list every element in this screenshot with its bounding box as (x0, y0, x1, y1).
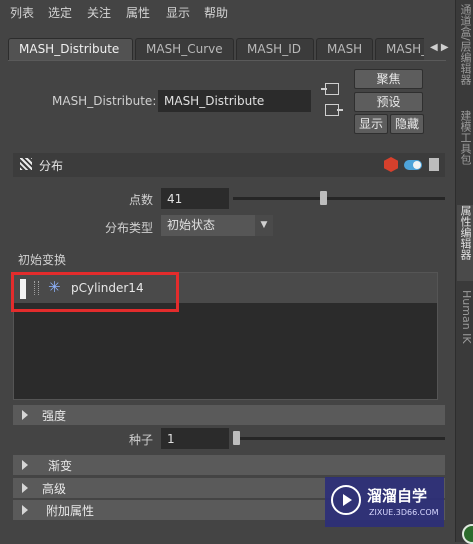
focus-button[interactable]: 聚焦 (354, 69, 423, 89)
watermark-url: ZIXUE.3D66.COM (369, 508, 439, 517)
menu-list[interactable]: 列表 (10, 4, 34, 21)
node-tab-bar: MASH_Distribute MASH_Curve MASH_ID MASH … (8, 38, 424, 60)
tab-scroll-arrow-icon[interactable]: ◀ ▶ (430, 42, 449, 53)
section-title: 分布 (39, 159, 64, 173)
menu-show[interactable]: 显示 (166, 4, 190, 21)
menu-focus[interactable]: 关注 (87, 4, 111, 21)
expand-arrow-icon (22, 460, 28, 470)
dock-tab-human-ik[interactable]: Human IK (457, 290, 473, 370)
strength-frame-label: 强度 (42, 409, 67, 423)
watermark-logo: 溜溜自学 ZIXUE.3D66.COM (325, 477, 444, 527)
output-connection-arrow-icon (337, 109, 343, 111)
tab-underline (8, 60, 446, 61)
tab-mash-distribute[interactable]: MASH_Distribute (8, 38, 133, 60)
distribution-type-label: 分布类型 (105, 221, 154, 235)
distribution-type-select[interactable]: 初始状态 ▼ (161, 215, 273, 236)
seed-label: 种子 (129, 433, 154, 447)
dropdown-arrow-icon: ▼ (255, 215, 273, 236)
advanced-frame-label: 高级 (42, 482, 67, 496)
point-count-slider-handle[interactable] (319, 191, 327, 205)
delete-trash-icon[interactable] (429, 158, 439, 171)
point-count-field[interactable] (161, 188, 229, 209)
enable-toggle[interactable] (404, 160, 422, 170)
expand-arrow-icon (22, 483, 28, 493)
node-name-field[interactable] (158, 90, 311, 112)
node-name-label: MASH_Distribute: (52, 94, 157, 108)
show-button[interactable]: 显示 (354, 114, 388, 134)
menu-attributes[interactable]: 属性 (126, 4, 150, 21)
play-logo-icon (331, 485, 361, 515)
distribute-section-header[interactable]: 分布 (13, 153, 445, 177)
dock-tab-attribute-editor[interactable]: 属性编辑器 (457, 205, 473, 281)
point-count-slider-track[interactable] (233, 197, 445, 200)
tab-mash-curve[interactable]: MASH_Curve (135, 38, 234, 60)
tab-mash[interactable]: MASH (316, 38, 373, 60)
hide-button[interactable]: 隐藏 (390, 114, 424, 134)
initial-transform-label: 初始变换 (18, 253, 67, 267)
point-count-label: 点数 (129, 193, 154, 207)
dock-tab-channel-box[interactable]: 通道盒/层编辑器 (457, 4, 473, 100)
tab-mash-id[interactable]: MASH_ID (236, 38, 314, 60)
watermark-name: 溜溜自学 (367, 487, 428, 505)
expand-arrow-icon (22, 505, 28, 515)
dock-tab-modeling-toolkit[interactable]: 建模工具包 (457, 110, 473, 200)
highlight-box (11, 272, 179, 312)
menu-help[interactable]: 帮助 (204, 4, 228, 21)
input-connection-icon[interactable] (325, 83, 339, 95)
menu-bar: 列表 选定 关注 属性 显示 帮助 (0, 0, 455, 24)
menu-select[interactable]: 选定 (48, 4, 72, 21)
gradient-frame-header[interactable]: 渐变 (13, 455, 445, 475)
presets-button[interactable]: 预设 (354, 92, 423, 112)
gradient-frame-label: 渐变 (48, 459, 73, 473)
seed-slider-track[interactable] (233, 437, 445, 440)
strength-frame-header[interactable]: 强度 (13, 405, 445, 425)
input-connection-arrow-icon (321, 88, 327, 90)
right-dock-tabs: 通道盒/层编辑器 建模工具包 属性编辑器 Human IK (455, 0, 473, 542)
seed-slider-handle[interactable] (233, 431, 240, 445)
mash-hex-icon[interactable] (384, 157, 398, 172)
extra-attributes-frame-label: 附加属性 (46, 504, 95, 518)
distribute-node-icon (20, 158, 32, 170)
toggle-knob (413, 161, 421, 169)
distribution-type-value: 初始状态 (167, 218, 216, 232)
seed-field[interactable] (161, 428, 229, 449)
tab-mash-r[interactable]: MASH_R (375, 38, 424, 60)
collapse-arrow-icon (22, 410, 28, 420)
